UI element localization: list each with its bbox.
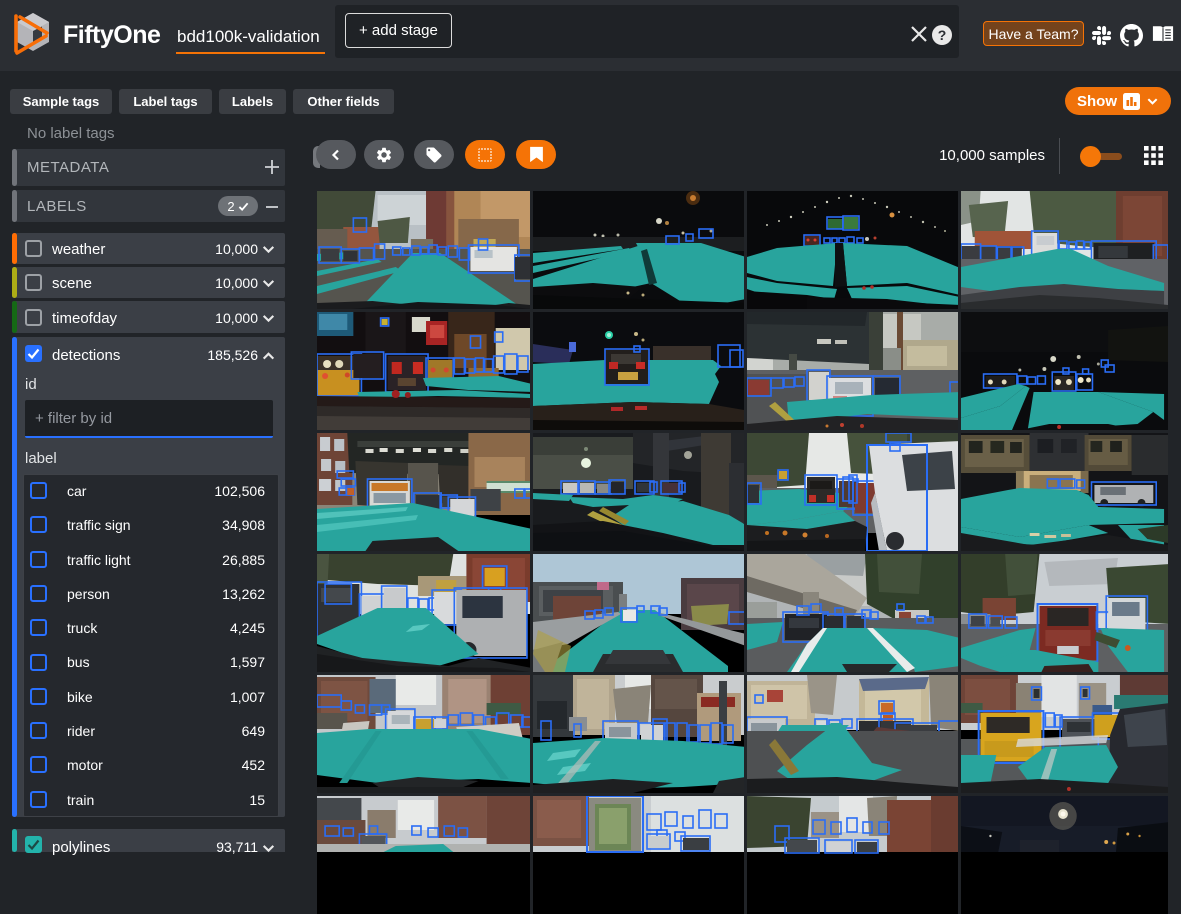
svg-text:?: ? [938,27,947,43]
